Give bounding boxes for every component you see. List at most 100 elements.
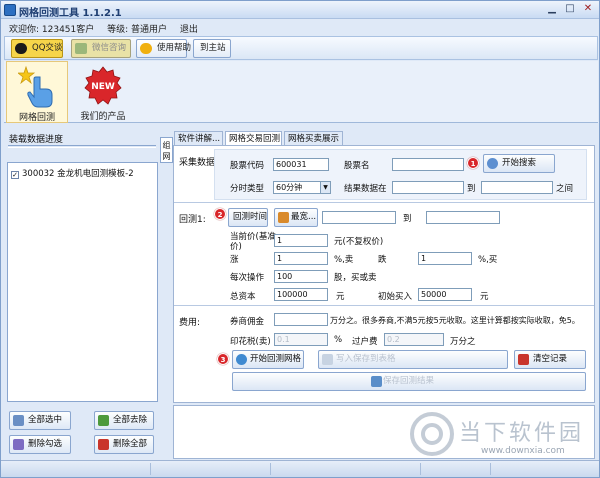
delete-all-button[interactable]: 删除全部 bbox=[94, 435, 154, 454]
base-price-unit: 元(不复权价) bbox=[334, 237, 384, 247]
qq-icon bbox=[15, 43, 27, 54]
delete-all-icon bbox=[98, 439, 109, 450]
backtest-group: 回测1: 回测时间 最宽... 到 当前价(基准价) 1 元(不复权价) 涨 1… bbox=[174, 204, 594, 306]
status-cell bbox=[151, 463, 271, 475]
stock-name-label: 股票名 bbox=[344, 161, 370, 171]
new-badge-icon: NEW bbox=[84, 66, 122, 105]
help-icon bbox=[140, 43, 152, 54]
fall-label: 跌 bbox=[378, 255, 387, 265]
qq-chat-button[interactable]: QQ交谈 bbox=[11, 39, 63, 58]
period-label: 分时类型 bbox=[230, 184, 265, 194]
tab-grid-backtest[interactable]: 网格交易回测 bbox=[225, 131, 282, 146]
refresh-icon bbox=[236, 354, 247, 365]
tab-software-intro[interactable]: 软件讲解... bbox=[174, 131, 223, 146]
start-backtest-button[interactable]: 开始回测网格 bbox=[232, 350, 304, 369]
welcome-row: 欢迎你: 123451客户 等级: 普通用户 退出 bbox=[9, 22, 208, 35]
export-to-table-button[interactable]: 写入保存到表格 bbox=[318, 350, 508, 369]
result-range-label: 结果数据在 bbox=[344, 184, 387, 194]
fees-group: 费用: 券商佣金 万分之。很多券商,不满5元按5元收取。这里计算都按实际收取，免… bbox=[174, 307, 594, 395]
remove-all-button[interactable]: 全部去除 bbox=[94, 411, 154, 430]
per-trade-unit: 股，买或卖 bbox=[334, 273, 377, 283]
pointing-hand-icon bbox=[18, 65, 53, 108]
initial-buy-unit: 元 bbox=[480, 292, 489, 302]
capital-input[interactable]: 100000 bbox=[274, 288, 328, 301]
logout-link[interactable]: 退出 bbox=[180, 25, 198, 35]
rise-input[interactable]: 1 bbox=[274, 252, 328, 265]
list-item[interactable]: ✓ 300032 金龙机电回测模板-2 bbox=[11, 167, 134, 179]
watermark-logo-icon bbox=[410, 412, 454, 456]
backtest-label: 回测1: bbox=[179, 215, 206, 225]
stamp-tax-label: 印花税(卖) bbox=[230, 337, 271, 347]
magnifier-icon bbox=[487, 158, 498, 169]
big-button-bar: 网格回测 NEW 我们的产品 bbox=[4, 61, 598, 123]
result-to-input[interactable] bbox=[481, 181, 553, 194]
app-window: 网格回测工具 1.1.2.1 ▁ □ ✕ 欢迎你: 123451客户 等级: 普… bbox=[0, 0, 600, 478]
watermark-text: 当下软件园 bbox=[459, 421, 585, 446]
transfer-fee-input[interactable]: 0.2 bbox=[384, 333, 444, 346]
clear-records-button[interactable]: 清空记录 bbox=[514, 350, 586, 369]
stock-code-input[interactable]: 600031 bbox=[273, 158, 329, 171]
per-trade-input[interactable]: 100 bbox=[274, 270, 328, 283]
template-list[interactable]: ✓ 300032 金龙机电回测模板-2 bbox=[7, 162, 158, 402]
toolbar: QQ交谈 微信咨询 使用帮助 到主站 bbox=[4, 36, 598, 60]
status-cell bbox=[1, 463, 151, 475]
title-bar: 网格回测工具 1.1.2.1 ▁ □ ✕ bbox=[1, 1, 599, 19]
time-to-label: 到 bbox=[403, 214, 412, 224]
tab-grid-trade-show[interactable]: 网格买卖展示 bbox=[284, 131, 343, 146]
initial-buy-label: 初始买入 bbox=[378, 292, 413, 302]
side-tab-grid[interactable]: 组网 bbox=[160, 137, 173, 163]
status-bar bbox=[1, 460, 599, 477]
status-cell bbox=[421, 463, 491, 475]
load-progress-title: 装载数据进度 bbox=[9, 135, 64, 145]
commission-input[interactable] bbox=[274, 313, 328, 326]
per-trade-label: 每次操作 bbox=[230, 273, 265, 283]
chevron-down-icon[interactable]: ▼ bbox=[320, 182, 330, 193]
our-products-big-button[interactable]: NEW 我们的产品 bbox=[72, 61, 134, 123]
stock-name-input[interactable] bbox=[392, 158, 464, 171]
commission-note: 万分之。很多券商,不满5元按5元收取。这里计算都按实际收取，免5。 bbox=[330, 316, 580, 325]
step-badge-1: 1 bbox=[467, 157, 479, 169]
initial-buy-input[interactable]: 50000 bbox=[418, 288, 472, 301]
our-products-label: 我们的产品 bbox=[80, 112, 126, 122]
progress-bar bbox=[8, 145, 156, 148]
transfer-fee-label: 过户费 bbox=[352, 337, 378, 347]
left-panel: 装载数据进度 ✓ 300032 金龙机电回测模板-2 bbox=[4, 128, 159, 402]
help-button[interactable]: 使用帮助 bbox=[136, 39, 191, 58]
start-search-button[interactable]: 开始搜索 bbox=[483, 154, 555, 173]
maximize-button[interactable]: □ bbox=[562, 3, 578, 16]
widest-button[interactable]: 最宽... bbox=[274, 208, 318, 227]
result-from-input[interactable] bbox=[392, 181, 464, 194]
app-icon bbox=[4, 4, 16, 16]
checkbox[interactable]: ✓ bbox=[11, 171, 19, 179]
clear-icon bbox=[518, 354, 529, 365]
window-title: 网格回测工具 1.1.2.1 bbox=[19, 8, 122, 19]
user-level: 等级: 普通用户 bbox=[107, 25, 168, 35]
new-badge-text: NEW bbox=[91, 82, 115, 92]
delete-checked-button[interactable]: 删除勾选 bbox=[9, 435, 71, 454]
capital-unit: 元 bbox=[336, 292, 345, 302]
select-all-button[interactable]: 全部选中 bbox=[9, 411, 71, 430]
grid-backtest-big-button[interactable]: 网格回测 bbox=[6, 61, 68, 123]
rise-unit: %,卖 bbox=[334, 255, 354, 265]
remove-all-icon bbox=[98, 415, 109, 426]
base-price-input[interactable]: 1 bbox=[274, 234, 328, 247]
export-icon bbox=[322, 354, 333, 365]
time-from-input[interactable] bbox=[322, 211, 396, 224]
period-select[interactable]: 60分钟 ▼ bbox=[273, 181, 331, 194]
step-badge-3: 3 bbox=[217, 353, 229, 365]
capital-label: 总资本 bbox=[230, 292, 256, 302]
fall-input[interactable]: 1 bbox=[418, 252, 472, 265]
home-site-button[interactable]: 到主站 bbox=[193, 39, 231, 58]
collect-data-label: 采集数据 bbox=[179, 158, 216, 168]
watermark-url: www.downxia.com bbox=[481, 446, 565, 456]
save-result-button[interactable]: 保存回测结果 bbox=[232, 372, 586, 391]
stamp-tax-input[interactable]: 0.1 bbox=[274, 333, 328, 346]
time-to-input[interactable] bbox=[426, 211, 500, 224]
grid-backtest-label: 网格回测 bbox=[18, 113, 55, 123]
transfer-fee-unit: 万分之 bbox=[450, 337, 476, 347]
close-button[interactable]: ✕ bbox=[580, 3, 596, 16]
backtest-time-button[interactable]: 回测时间 bbox=[228, 208, 268, 227]
wechat-consult-button[interactable]: 微信咨询 bbox=[71, 39, 131, 58]
minimize-button[interactable]: ▁ bbox=[544, 3, 560, 16]
welcome-text: 欢迎你: 123451客户 bbox=[9, 25, 95, 35]
